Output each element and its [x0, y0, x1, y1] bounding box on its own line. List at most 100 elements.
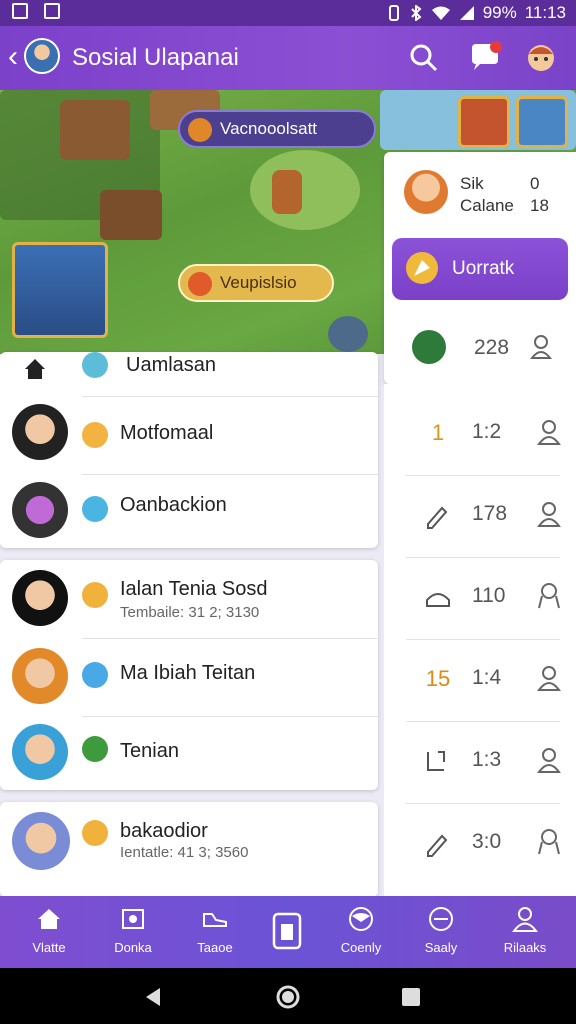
list-item[interactable]: Ma Ibiah Teitan: [0, 640, 378, 716]
award-icon[interactable]: [536, 828, 562, 856]
list-item[interactable]: Tenian: [0, 718, 378, 790]
signal-icon: [459, 6, 474, 20]
row-title: Ma Ibiah Teitan: [120, 662, 256, 684]
home-circle-icon[interactable]: [275, 984, 301, 1010]
bottom-navigation: Vlatte Donka Taaoe Coenly Saaly Rilaaks: [0, 896, 576, 968]
quest-banner-top[interactable]: Vacnooolsatt: [178, 110, 376, 148]
app-bar: ‹ Sosial Ulapanai: [0, 26, 576, 90]
stat-value: 1:4: [472, 666, 502, 689]
list-card-3: bakaodior Ientatle: 41 3; 3560: [0, 802, 378, 897]
profile-character-icon[interactable]: [524, 40, 558, 74]
row-title: Oanbackion: [120, 494, 227, 516]
vibrate-icon: [388, 5, 399, 21]
action-orb-icon[interactable]: [328, 316, 368, 352]
home-icon[interactable]: [22, 356, 48, 382]
emoji-icon: [82, 736, 108, 762]
stat-accent: 1: [431, 420, 445, 445]
stat-row[interactable]: 110: [406, 558, 560, 640]
player-portrait[interactable]: [12, 242, 108, 338]
divider: [82, 474, 378, 475]
badge-emoji-icon: [82, 352, 108, 378]
action-button-label: Uorratk: [452, 258, 515, 279]
row-subtitle: Tembaile: 31 2; 3130: [120, 604, 260, 621]
row-title: Motfomaal: [120, 422, 214, 444]
user-icon[interactable]: [536, 500, 562, 528]
chat-notification-icon[interactable]: [468, 40, 502, 74]
back-triangle-icon[interactable]: [142, 986, 164, 1008]
card-badge: 0: [530, 174, 540, 193]
row-title: Tenian: [120, 740, 179, 762]
shield-icon: [122, 909, 144, 929]
stat-value: 228: [474, 336, 510, 359]
screen: { "status_bar":{"battery":"99%","time":"…: [0, 0, 576, 1024]
card-line-2: Calane: [460, 196, 514, 215]
divider: [82, 396, 378, 397]
page-title: Sosial Ulapanai: [72, 44, 239, 71]
coin-badge-icon: [188, 118, 212, 142]
list-item[interactable]: Motfomaal: [0, 398, 378, 474]
ally-portrait-1[interactable]: [458, 96, 510, 148]
recent-apps-icon[interactable]: [400, 986, 422, 1008]
divider: [82, 716, 378, 717]
app-notification-icon: [44, 3, 60, 19]
nav-item-profile[interactable]: Rilaaks: [484, 896, 566, 968]
stat-value: 110: [472, 584, 506, 607]
user-avatar[interactable]: [24, 38, 60, 74]
stat-row[interactable]: 3:0: [406, 804, 560, 886]
emoji-icon: [82, 422, 108, 448]
nav-label: Rilaaks: [503, 940, 547, 955]
list-card-2: Ialan Tenia Sosd Tembaile: 31 2; 3130 Ma…: [0, 560, 378, 790]
list-item[interactable]: bakaodior Ientatle: 41 3; 3560: [0, 802, 378, 897]
stat-row[interactable]: 1 1:2: [406, 394, 562, 476]
divider: [82, 638, 378, 639]
user-icon[interactable]: [536, 418, 562, 446]
home-icon: [38, 909, 60, 929]
nav-item-shield[interactable]: Donka: [92, 896, 174, 968]
list-item[interactable]: Uamlasan: [0, 352, 378, 396]
avatar: [12, 404, 68, 460]
nav-item-home[interactable]: Vlatte: [8, 896, 90, 968]
stat-value: 1:3: [472, 748, 502, 771]
award-icon[interactable]: [536, 582, 562, 610]
search-icon[interactable]: [406, 40, 440, 74]
ally-portrait-2[interactable]: [516, 96, 568, 148]
nav-item-globe[interactable]: Coenly: [320, 896, 402, 968]
quest-banner-top-label: Vacnooolsatt: [220, 119, 318, 138]
emoji-icon: [82, 496, 108, 522]
nav-label: Donka: [114, 940, 152, 955]
list-item[interactable]: Oanbackion: [0, 476, 378, 548]
nav-item-card[interactable]: [246, 896, 328, 968]
stat-row[interactable]: 178: [406, 476, 562, 558]
status-bar: 99% 11:13: [0, 0, 576, 26]
user-icon[interactable]: [536, 664, 562, 692]
stat-value: 178: [472, 502, 508, 525]
nav-item-shoe[interactable]: Taaoe: [174, 896, 256, 968]
avatar: [12, 812, 70, 870]
bluetooth-icon: [410, 5, 422, 21]
stat-row[interactable]: 15 1:4: [406, 640, 562, 722]
emoji-icon: [82, 820, 108, 846]
nav-item-coin[interactable]: Saaly: [400, 896, 482, 968]
stat-row[interactable]: 1:3: [406, 722, 562, 804]
avatar: [12, 482, 68, 538]
shoe-icon: [203, 913, 227, 927]
user-icon[interactable]: [536, 746, 562, 774]
stat-value: 3:0: [472, 830, 502, 853]
list-card-1: Uamlasan Motfomaal Oanbackion: [0, 352, 378, 548]
list-item[interactable]: Ialan Tenia Sosd Tembaile: 31 2; 3130: [0, 560, 378, 638]
compass-icon: [406, 252, 438, 284]
back-button[interactable]: ‹: [8, 40, 18, 74]
action-button[interactable]: Uorratk: [392, 238, 568, 300]
quest-banner-bottom[interactable]: Veupislsio: [178, 264, 334, 302]
user-icon[interactable]: [530, 334, 552, 360]
wooden-hut: [60, 100, 130, 160]
row-title: Uamlasan: [126, 354, 217, 376]
system-navigation-bar: [0, 968, 576, 1024]
avatar: [12, 648, 68, 704]
stat-accent: 15: [425, 666, 451, 691]
treasure-chest: [100, 190, 162, 240]
avatar: [12, 570, 68, 626]
wifi-icon: [431, 6, 450, 20]
battery-level: 99%: [482, 3, 517, 22]
notification-icons: [12, 3, 60, 19]
